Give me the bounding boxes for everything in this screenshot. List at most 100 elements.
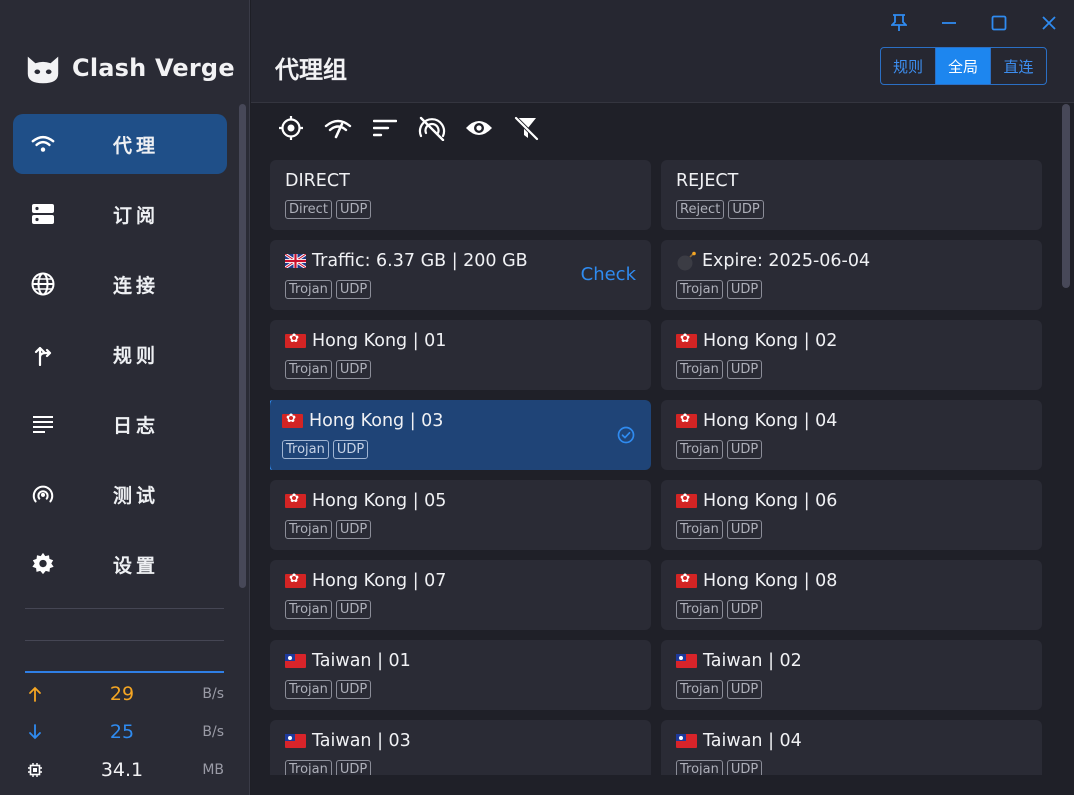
sidebar-item-label: 规则 bbox=[113, 344, 160, 367]
maximize-button[interactable] bbox=[974, 8, 1024, 38]
sidebar-item-rules[interactable]: 规则 bbox=[13, 324, 227, 384]
uk-flag-icon bbox=[285, 254, 306, 268]
app-logo: Clash Verge bbox=[24, 48, 235, 88]
udp-tag: UDP bbox=[726, 760, 763, 775]
sidebar-nav: 代理 订阅 连接 规则 日志 测试 设置 bbox=[13, 114, 227, 604]
proxy-card[interactable]: Hong Kong | 07 Trojan UDP bbox=[270, 560, 651, 630]
upload-value: 29 bbox=[109, 683, 135, 705]
mode-rule-button[interactable]: 规则 bbox=[881, 48, 936, 84]
proxy-name: Traffic: 6.37 GB | 200 GB bbox=[312, 251, 528, 271]
sidebar-item-label: 连接 bbox=[113, 274, 160, 297]
hk-flag-icon bbox=[676, 491, 697, 508]
locate-icon bbox=[279, 116, 303, 140]
window-controls bbox=[874, 8, 1074, 38]
proxy-name: Hong Kong | 07 bbox=[312, 571, 447, 591]
proxy-card[interactable]: Hong Kong | 04 Trojan UDP bbox=[661, 400, 1042, 470]
sidebar-item-label: 设置 bbox=[113, 554, 160, 577]
proxy-card[interactable]: Traffic: 6.37 GB | 200 GB Trojan UDP Che… bbox=[270, 240, 651, 310]
proxy-type-tag: Trojan bbox=[285, 760, 332, 775]
udp-tag: UDP bbox=[335, 360, 372, 379]
pin-button[interactable] bbox=[874, 8, 924, 38]
eye-icon bbox=[466, 121, 492, 135]
proxy-type-tag: Trojan bbox=[285, 680, 332, 699]
sidebar-item-connections[interactable]: 连接 bbox=[13, 254, 227, 314]
proxy-name: Expire: 2025-06-04 bbox=[702, 251, 871, 271]
download-unit: B/s bbox=[202, 724, 224, 740]
no-latency-icon bbox=[418, 116, 446, 141]
sidebar-item-label: 日志 bbox=[113, 414, 160, 437]
filter-off-button[interactable] bbox=[512, 114, 540, 142]
speed-test-icon bbox=[324, 119, 352, 139]
proxy-type-tag: Trojan bbox=[285, 520, 332, 539]
proxy-list-scrollbar[interactable] bbox=[1062, 104, 1070, 288]
sidebar-divider bbox=[25, 640, 224, 641]
pin-icon bbox=[891, 14, 907, 31]
sidebar-item-label: 测试 bbox=[113, 484, 160, 507]
proxy-name: Hong Kong | 01 bbox=[312, 331, 447, 351]
udp-tag: UDP bbox=[335, 760, 372, 775]
proxy-card[interactable]: REJECT Reject UDP bbox=[661, 160, 1042, 230]
proxy-card[interactable]: DIRECT Direct UDP bbox=[270, 160, 651, 230]
proxy-name: Hong Kong | 02 bbox=[703, 331, 838, 351]
close-button[interactable] bbox=[1024, 8, 1074, 38]
udp-tag: UDP bbox=[726, 440, 763, 459]
sidebar-item-subscription[interactable]: 订阅 bbox=[13, 184, 227, 244]
proxy-type-tag: Reject bbox=[676, 200, 725, 219]
storage-icon bbox=[31, 202, 55, 226]
proxy-card[interactable]: Hong Kong | 01 Trojan UDP bbox=[270, 320, 651, 390]
proxy-card[interactable]: Expire: 2025-06-04 Trojan UDP bbox=[661, 240, 1042, 310]
proxy-card[interactable]: Hong Kong | 05 Trojan UDP bbox=[270, 480, 651, 550]
proxy-name: Hong Kong | 05 bbox=[312, 491, 447, 511]
locate-button[interactable] bbox=[277, 114, 305, 142]
latency-toggle-button[interactable] bbox=[418, 114, 446, 142]
udp-tag: UDP bbox=[335, 600, 372, 619]
sidebar-item-test[interactable]: 测试 bbox=[13, 464, 227, 524]
hk-flag-icon bbox=[285, 491, 306, 508]
proxy-card[interactable]: Hong Kong | 08 Trojan UDP bbox=[661, 560, 1042, 630]
sidebar-item-logs[interactable]: 日志 bbox=[13, 394, 227, 454]
proxy-mode-toggle: 规则 全局 直连 bbox=[880, 47, 1047, 85]
mode-global-button[interactable]: 全局 bbox=[936, 48, 991, 84]
speed-test-button[interactable] bbox=[324, 114, 352, 142]
proxy-name: Hong Kong | 04 bbox=[703, 411, 838, 431]
sidebar: Clash Verge 代理 订阅 连接 规则 日志 测试 设置 29 B/s … bbox=[0, 0, 250, 795]
sidebar-item-proxy[interactable]: 代理 bbox=[13, 114, 227, 174]
memory-usage: 34.1 MB bbox=[25, 756, 224, 784]
udp-tag: UDP bbox=[726, 520, 763, 539]
arrow-down-icon bbox=[25, 722, 45, 742]
header: 代理组 规则 全局 直连 bbox=[251, 0, 1074, 103]
sort-button[interactable] bbox=[371, 114, 399, 142]
proxy-name: DIRECT bbox=[285, 171, 350, 191]
hk-flag-icon bbox=[676, 571, 697, 588]
maximize-icon bbox=[991, 15, 1007, 31]
lines-icon bbox=[31, 412, 55, 436]
check-delay-button[interactable]: Check bbox=[581, 264, 636, 285]
udp-tag: UDP bbox=[726, 360, 763, 379]
proxy-card[interactable]: Taiwan | 01 Trojan UDP bbox=[270, 640, 651, 710]
udp-tag: UDP bbox=[332, 440, 369, 459]
hk-flag-icon bbox=[282, 411, 303, 428]
minimize-button[interactable] bbox=[924, 8, 974, 38]
sidebar-item-settings[interactable]: 设置 bbox=[13, 534, 227, 594]
cat-logo-icon bbox=[27, 56, 59, 84]
proxy-card[interactable]: Taiwan | 04 Trojan UDP bbox=[661, 720, 1042, 775]
proxy-card[interactable]: Hong Kong | 06 Trojan UDP bbox=[661, 480, 1042, 550]
visibility-button[interactable] bbox=[465, 114, 493, 142]
proxy-card[interactable]: Taiwan | 02 Trojan UDP bbox=[661, 640, 1042, 710]
proxy-name: Taiwan | 04 bbox=[703, 731, 802, 751]
proxy-name: Hong Kong | 03 bbox=[309, 411, 444, 431]
upload-speed: 29 B/s bbox=[25, 680, 224, 708]
proxy-card-selected[interactable]: Hong Kong | 03 Trojan UDP bbox=[270, 400, 651, 470]
page-title: 代理组 bbox=[275, 56, 347, 84]
mode-direct-button[interactable]: 直连 bbox=[991, 48, 1046, 84]
hk-flag-icon bbox=[285, 331, 306, 348]
proxy-card[interactable]: Taiwan | 03 Trojan UDP bbox=[270, 720, 651, 775]
app-name: Clash Verge bbox=[72, 54, 235, 82]
globe-icon bbox=[31, 272, 55, 296]
sidebar-scrollbar[interactable] bbox=[239, 104, 246, 588]
udp-tag: UDP bbox=[726, 600, 763, 619]
proxy-name: Taiwan | 02 bbox=[703, 651, 802, 671]
sidebar-item-label: 代理 bbox=[113, 134, 160, 157]
proxy-card[interactable]: Hong Kong | 02 Trojan UDP bbox=[661, 320, 1042, 390]
arrow-up-icon bbox=[25, 684, 45, 704]
